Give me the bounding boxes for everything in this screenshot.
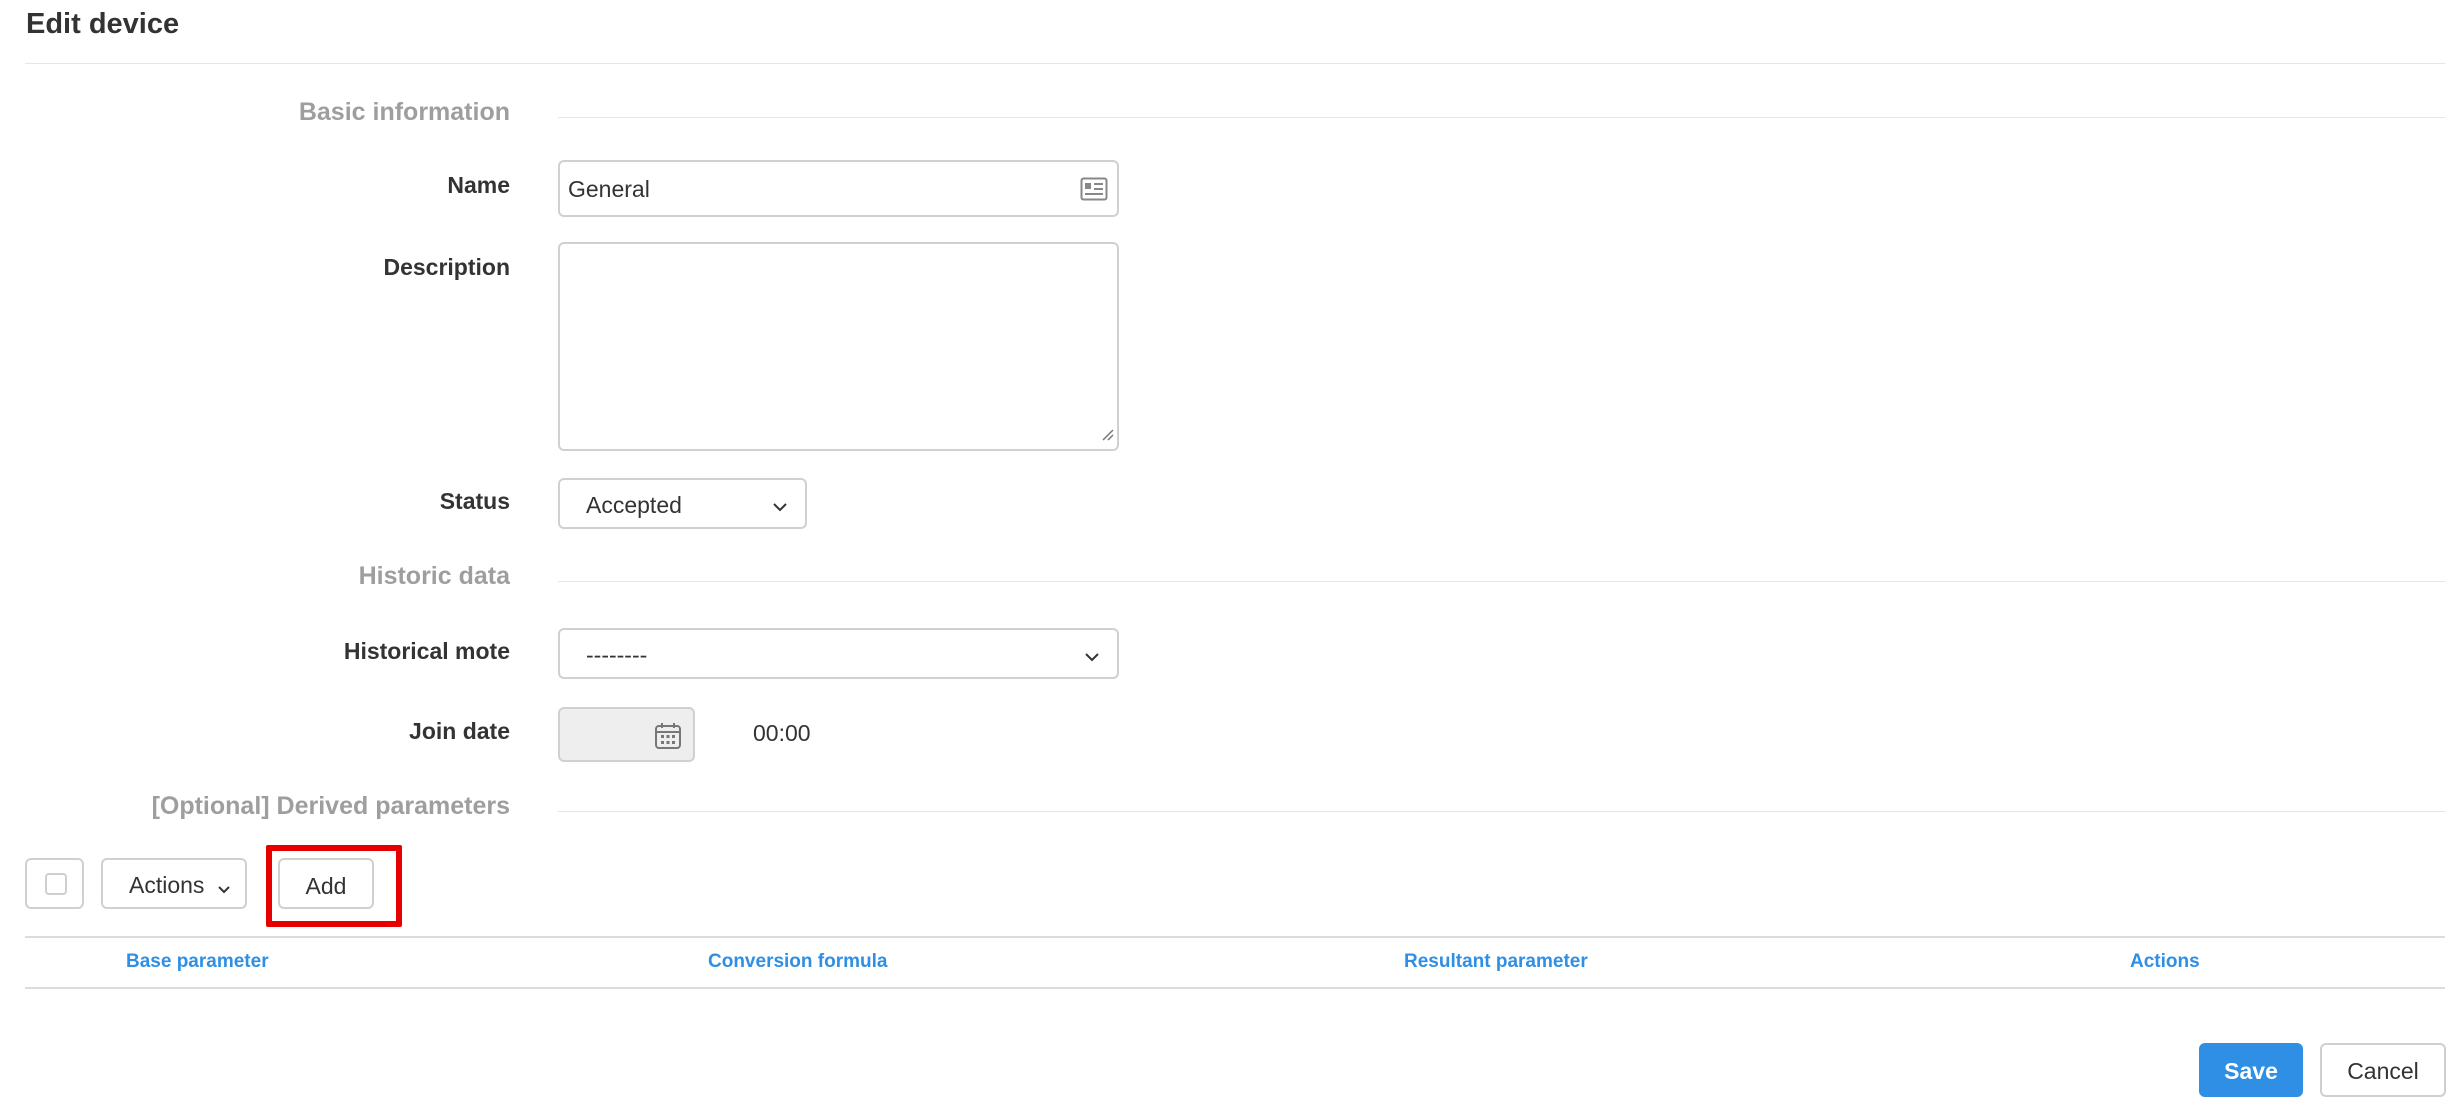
resize-grip-icon[interactable] xyxy=(1100,427,1114,446)
description-textarea[interactable] xyxy=(558,242,1119,451)
join-time[interactable]: 00:00 xyxy=(753,720,811,747)
table-top-divider xyxy=(25,936,2445,938)
column-header-actions[interactable]: Actions xyxy=(2130,951,2200,973)
historical-mote-select-value: -------- xyxy=(586,642,648,668)
join-date-input[interactable] xyxy=(558,707,695,762)
save-button[interactable]: Save xyxy=(2199,1043,2303,1097)
name-input[interactable]: General xyxy=(558,160,1119,217)
historical-mote-label: Historical mote xyxy=(343,638,510,664)
cancel-button[interactable]: Cancel xyxy=(2320,1043,2446,1097)
section-basic-information: Basic information xyxy=(298,98,510,126)
page-title: Edit device xyxy=(26,8,180,40)
save-button-label: Save xyxy=(2224,1058,2278,1084)
status-label: Status xyxy=(439,488,510,514)
add-button[interactable]: Add xyxy=(278,858,374,909)
cancel-button-label: Cancel xyxy=(2347,1058,2419,1084)
historical-mote-select[interactable]: -------- xyxy=(558,628,1119,679)
add-button-label: Add xyxy=(305,873,347,899)
status-select-value: Accepted xyxy=(586,492,682,518)
column-header-conversion-formula[interactable]: Conversion formula xyxy=(708,951,887,973)
title-divider xyxy=(25,63,2445,64)
join-date-label: Join date xyxy=(409,718,510,744)
section-divider xyxy=(558,811,2445,812)
section-divider xyxy=(558,117,2445,118)
checkbox-square xyxy=(45,873,67,895)
section-divider xyxy=(558,581,2445,582)
name-label: Name xyxy=(447,172,510,198)
actions-dropdown[interactable]: Actions xyxy=(101,858,247,909)
chevron-down-icon xyxy=(772,499,788,517)
table-bottom-divider xyxy=(25,987,2445,989)
status-select[interactable]: Accepted xyxy=(558,478,807,529)
id-card-icon xyxy=(1080,177,1108,206)
section-historic-data: Historic data xyxy=(358,562,510,590)
chevron-down-icon xyxy=(217,881,231,899)
select-all-checkbox[interactable] xyxy=(25,858,84,909)
column-header-base-parameter[interactable]: Base parameter xyxy=(126,951,269,973)
calendar-icon[interactable] xyxy=(654,722,682,755)
actions-dropdown-label: Actions xyxy=(129,872,205,898)
name-input-value: General xyxy=(568,176,650,202)
column-header-resultant-parameter[interactable]: Resultant parameter xyxy=(1404,951,1588,973)
section-derived-parameters: [Optional] Derived parameters xyxy=(151,792,510,820)
description-label: Description xyxy=(383,254,510,280)
chevron-down-icon xyxy=(1084,649,1100,667)
